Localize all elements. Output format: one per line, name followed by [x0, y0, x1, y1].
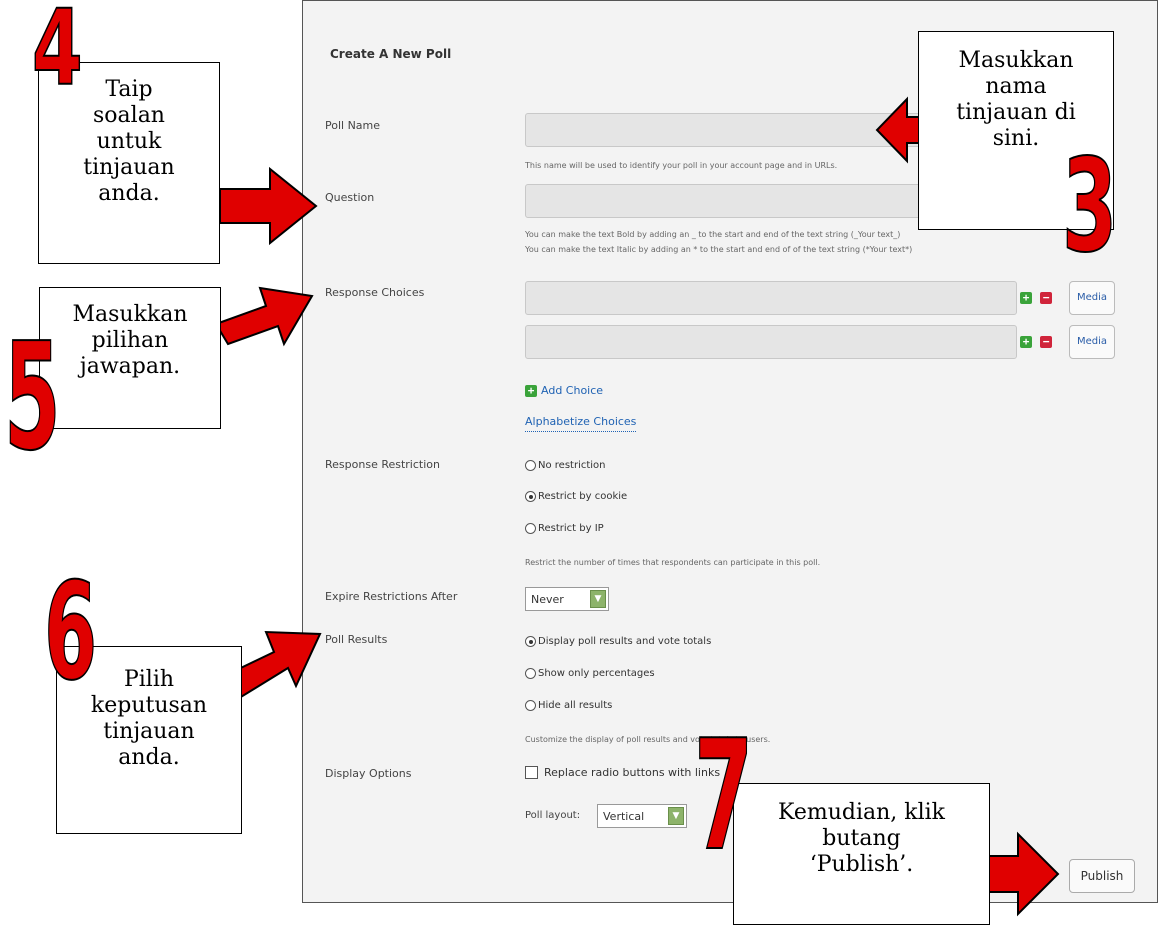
step-number-5: 5: [3, 311, 61, 483]
chevron-down-icon: ▼: [590, 590, 606, 608]
arrow-up-right-icon: [214, 286, 314, 347]
display-options-label: Display Options: [325, 767, 412, 780]
radio-restrict-cookie[interactable]: Restrict by cookie: [525, 491, 627, 502]
poll-name-label: Poll Name: [325, 119, 381, 132]
media-button-2[interactable]: Media: [1069, 325, 1115, 359]
form-title: Create A New Poll: [330, 47, 452, 61]
remove-choice-minus-icon[interactable]: −: [1040, 292, 1052, 304]
step-number-4: 4: [31, 0, 83, 109]
restriction-help: Restrict the number of times that respon…: [525, 558, 821, 567]
question-label: Question: [325, 191, 375, 204]
poll-name-input[interactable]: [525, 113, 921, 147]
poll-results-label: Poll Results: [325, 633, 388, 646]
radio-no-restriction[interactable]: No restriction: [525, 460, 606, 471]
arrow-right-icon: [219, 166, 318, 246]
add-choice-link[interactable]: + Add Choice: [525, 384, 603, 397]
expire-label: Expire Restrictions After: [325, 590, 458, 603]
poll-layout-select[interactable]: Vertical ▼: [597, 804, 687, 828]
radio-icon: [525, 668, 536, 679]
poll-layout-label: Poll layout:: [525, 810, 581, 821]
radio-icon: [525, 523, 536, 534]
choice-input-1[interactable]: [525, 281, 1017, 315]
callout-7: Kemudian, klik butang ‘Publish’.: [733, 783, 990, 925]
poll-name-help: This name will be used to identify your …: [525, 161, 838, 170]
radio-hide-results[interactable]: Hide all results: [525, 700, 612, 711]
checkbox-icon: [525, 766, 538, 779]
step-number-6: 6: [43, 554, 98, 710]
radio-restrict-ip[interactable]: Restrict by IP: [525, 523, 604, 534]
choice-input-2[interactable]: [525, 325, 1017, 359]
question-help-italic: You can make the text Italic by adding a…: [525, 245, 913, 254]
alphabetize-choices-link[interactable]: Alphabetize Choices: [525, 415, 637, 432]
replace-radio-checkbox[interactable]: Replace radio buttons with links: [525, 766, 720, 779]
question-help-bold: You can make the text Bold by adding an …: [525, 230, 901, 239]
radio-show-percentages[interactable]: Show only percentages: [525, 668, 655, 679]
callout-5: Masukkan pilihan jawapan.: [39, 287, 221, 429]
step-number-7: 7: [693, 707, 754, 884]
add-choice-plus-icon[interactable]: +: [1020, 336, 1032, 348]
expire-select[interactable]: Never ▼: [525, 587, 609, 611]
response-restriction-label: Response Restriction: [325, 458, 440, 471]
radio-selected-icon: [525, 491, 536, 502]
add-choice-plus-icon[interactable]: +: [1020, 292, 1032, 304]
publish-button[interactable]: Publish: [1069, 859, 1135, 893]
plus-icon: +: [525, 384, 537, 397]
radio-display-results[interactable]: Display poll results and vote totals: [525, 636, 711, 647]
radio-icon: [525, 460, 536, 471]
response-choices-label: Response Choices: [325, 286, 425, 299]
radio-icon: [525, 700, 536, 711]
remove-choice-minus-icon[interactable]: −: [1040, 336, 1052, 348]
radio-selected-icon: [525, 636, 536, 647]
chevron-down-icon: ▼: [668, 807, 684, 825]
step-number-3: 3: [1061, 132, 1118, 281]
add-choice-label: Add Choice: [541, 384, 604, 397]
question-input[interactable]: [525, 184, 921, 218]
media-button-1[interactable]: Media: [1069, 281, 1115, 315]
